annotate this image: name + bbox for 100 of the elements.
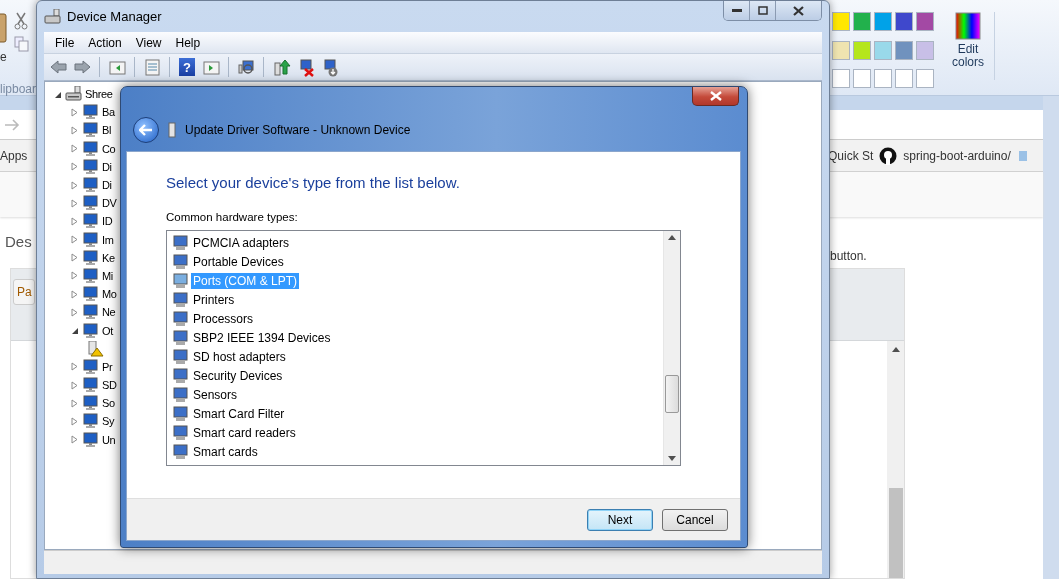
copy-icon[interactable]	[14, 36, 29, 52]
tree-item[interactable]: Ke	[102, 251, 115, 264]
expand-toggle[interactable]	[70, 435, 79, 445]
expand-toggle[interactable]	[70, 162, 79, 172]
list-item[interactable]: Portable Devices	[191, 253, 286, 270]
list-item[interactable]: Smart card readers	[191, 424, 298, 441]
apps-link[interactable]: Apps	[0, 148, 36, 163]
close-button[interactable]	[692, 87, 739, 106]
color-swatch[interactable]	[895, 12, 913, 31]
tree-item[interactable]: Mo	[102, 288, 117, 301]
color-swatch[interactable]	[832, 69, 850, 89]
expand-toggle[interactable]	[70, 416, 79, 426]
scroll-thumb[interactable]	[665, 375, 679, 413]
expand-toggle[interactable]	[70, 253, 79, 263]
list-item[interactable]: Printers	[191, 291, 237, 308]
monitor-icon	[172, 253, 189, 270]
back-button[interactable]	[133, 117, 159, 143]
tree-item[interactable]: Sy	[102, 415, 115, 428]
tree-item[interactable]: Ot	[102, 324, 113, 337]
color-swatch[interactable]	[853, 69, 871, 89]
cancel-button[interactable]: Cancel	[662, 508, 728, 531]
list-item[interactable]: SBP2 IEEE 1394 Devices	[191, 329, 333, 346]
tree-item[interactable]: Di	[102, 160, 112, 173]
monitor-icon	[82, 249, 99, 266]
color-swatch[interactable]	[874, 40, 892, 60]
list-item[interactable]: SD host adapters	[191, 348, 288, 365]
tree-item[interactable]: SD	[102, 379, 117, 392]
color-swatch[interactable]	[832, 40, 850, 60]
color-swatch[interactable]	[895, 40, 913, 60]
up-arrow-icon[interactable]	[271, 57, 291, 77]
maximize-button[interactable]	[750, 1, 776, 20]
color-swatch[interactable]	[916, 12, 934, 31]
list-item[interactable]: Sensors	[191, 386, 240, 403]
scissors-icon[interactable]	[14, 12, 28, 30]
expand-toggle[interactable]	[70, 107, 79, 117]
expand-toggle[interactable]	[70, 326, 79, 336]
expand-toggle[interactable]	[70, 198, 79, 208]
expand-toggle[interactable]	[70, 398, 79, 408]
expand-toggle[interactable]	[70, 271, 79, 281]
tree-item[interactable]: So	[102, 397, 115, 410]
panel-tab[interactable]: Pa	[13, 279, 35, 305]
scroll-up-icon[interactable]	[668, 235, 676, 240]
expand-toggle[interactable]	[70, 125, 79, 135]
tree-item[interactable]: ID	[102, 215, 113, 228]
paste-label[interactable]: e	[0, 50, 8, 64]
color-swatch[interactable]	[895, 69, 913, 89]
menu-item[interactable]: Action	[81, 35, 129, 50]
expand-toggle[interactable]	[70, 362, 79, 372]
color-swatch[interactable]	[874, 69, 892, 89]
tree-item[interactable]: Pr	[102, 360, 113, 373]
expand-toggle[interactable]	[70, 180, 79, 190]
monitor-icon	[82, 213, 99, 230]
forward-arrow-icon[interactable]	[4, 117, 20, 132]
next-button[interactable]: Next	[587, 508, 653, 531]
expand-toggle[interactable]	[70, 216, 79, 226]
color-swatch[interactable]	[916, 69, 934, 89]
menu-item[interactable]: Help	[168, 35, 208, 50]
clipboard-icon[interactable]	[0, 12, 8, 44]
bookmark-link[interactable]: spring-boot-arduino/	[903, 148, 1011, 163]
menu-item[interactable]: View	[128, 35, 169, 50]
help-button[interactable]: ?	[179, 58, 195, 76]
edit-colors-label[interactable]: Edit colors	[948, 43, 988, 69]
close-button[interactable]	[776, 1, 821, 20]
list-item[interactable]: Smart Card Filter	[191, 405, 287, 422]
tree-item[interactable]: Mi	[102, 269, 113, 282]
tree-item[interactable]: DV	[102, 197, 117, 210]
list-item[interactable]: PCMCIA adapters	[191, 234, 292, 251]
back-arrow-icon[interactable]	[48, 57, 68, 77]
color-swatch[interactable]	[853, 12, 871, 31]
list-item[interactable]: Processors	[191, 310, 256, 327]
tree-item[interactable]: Un	[102, 433, 116, 446]
color-swatch[interactable]	[832, 12, 850, 31]
forward-arrow-icon[interactable]	[72, 57, 92, 77]
tree-item[interactable]: Di	[102, 179, 112, 192]
expand-toggle[interactable]	[70, 307, 79, 317]
expand-toggle[interactable]	[70, 144, 79, 154]
tree-item[interactable]: Im	[102, 233, 114, 246]
scroll-thumb[interactable]	[888, 488, 903, 578]
tree-item[interactable]: Shree	[85, 88, 113, 101]
list-icon[interactable]	[142, 57, 162, 77]
color-swatch[interactable]	[874, 12, 892, 31]
expand-toggle[interactable]	[70, 289, 79, 299]
scroll-down-icon[interactable]	[668, 456, 676, 461]
list-item[interactable]: Smart cards	[191, 443, 260, 460]
tree-item[interactable]: Ba	[102, 106, 115, 119]
tree-item[interactable]: Co	[102, 142, 116, 155]
list-item[interactable]: Security Devices	[191, 367, 285, 384]
scrollbar[interactable]	[663, 231, 680, 465]
expand-toggle[interactable]	[70, 380, 79, 390]
expand-toggle[interactable]	[70, 235, 79, 245]
color-spectrum-icon[interactable]	[955, 12, 981, 40]
minimize-button[interactable]	[724, 1, 750, 20]
color-swatch[interactable]	[853, 40, 871, 60]
scroll-up-icon[interactable]	[891, 347, 900, 352]
scrollbar[interactable]	[887, 341, 904, 578]
monitor-search-icon[interactable]	[236, 57, 256, 77]
color-swatch[interactable]	[916, 40, 934, 60]
menu-item[interactable]: File	[48, 35, 82, 50]
tree-item[interactable]: Bl	[102, 124, 111, 137]
tree-item[interactable]: Ne	[102, 306, 116, 319]
